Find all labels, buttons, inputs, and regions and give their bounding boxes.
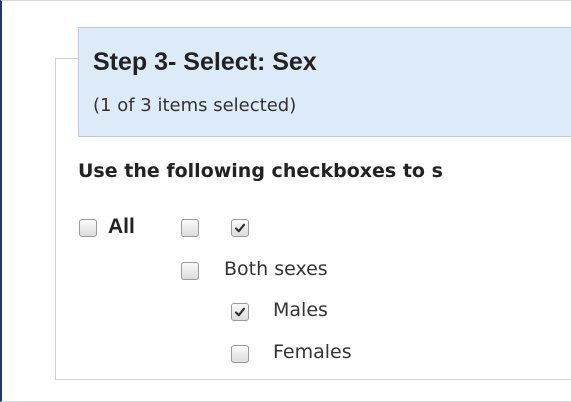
both-sexes-label: Both sexes bbox=[224, 258, 328, 280]
males-checkbox[interactable] bbox=[231, 303, 249, 321]
males-label: Males bbox=[273, 299, 328, 321]
checkmark-icon bbox=[234, 307, 246, 317]
step-title: Step 3- Select: Sex bbox=[93, 48, 317, 76]
selection-count: (1 of 3 items selected) bbox=[93, 95, 297, 116]
instruction-text: Use the following checkboxes to s bbox=[78, 160, 443, 182]
column-checkbox-unchecked[interactable] bbox=[181, 219, 199, 237]
females-label: Females bbox=[273, 341, 352, 363]
checkmark-icon bbox=[234, 223, 246, 233]
step-header: Step 3- Select: Sex (1 of 3 items select… bbox=[78, 27, 571, 137]
females-checkbox[interactable] bbox=[231, 345, 249, 363]
all-label: All bbox=[108, 215, 135, 238]
column-checkbox-checked[interactable] bbox=[231, 219, 249, 237]
all-checkbox[interactable] bbox=[79, 219, 97, 237]
both-sexes-checkbox[interactable] bbox=[181, 262, 199, 280]
